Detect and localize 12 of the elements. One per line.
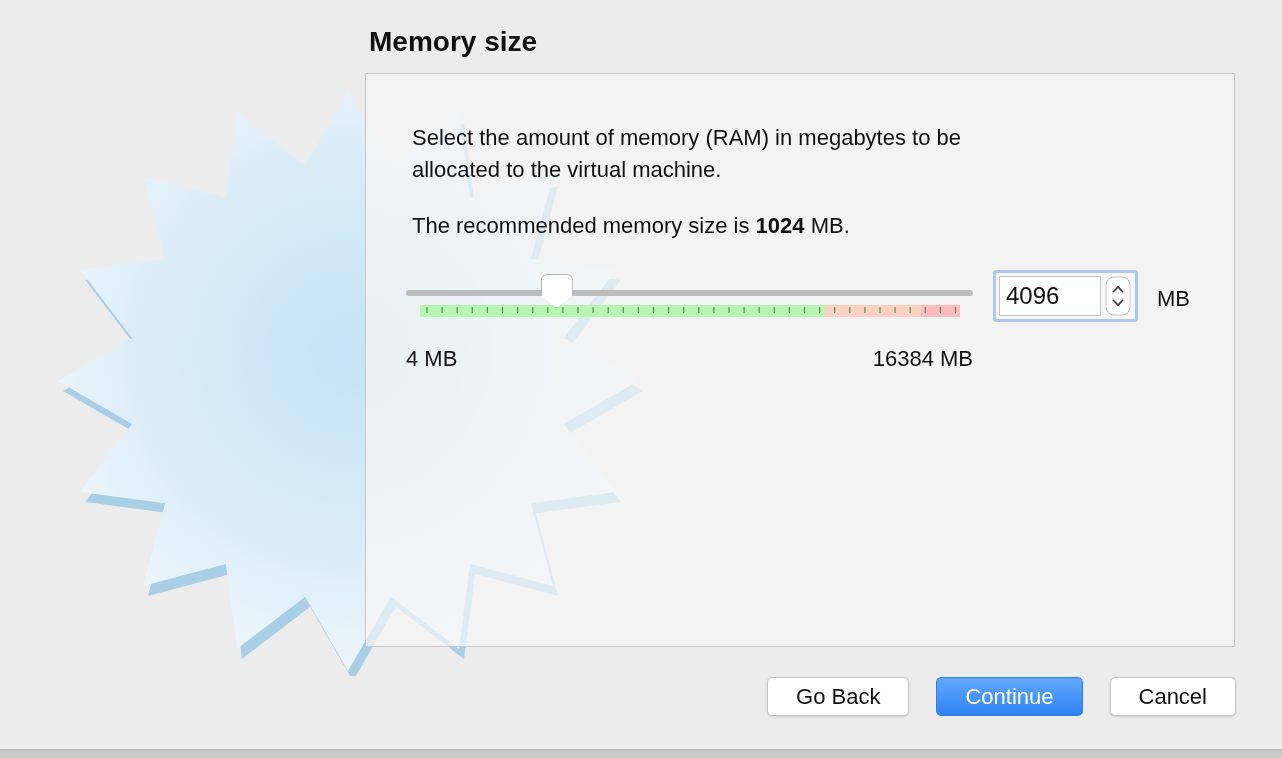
recommendation-text: The recommended memory size is 1024 MB. [412, 212, 851, 240]
page-title: Memory size [369, 25, 539, 59]
unit-label: MB [1157, 285, 1190, 313]
dialog-button[interactable]: Cancel [1109, 677, 1236, 716]
description-text: Select the amount of memory (RAM) in megabytes to be allocated to the virtual machine. [412, 124, 962, 184]
memory-input[interactable]: 4096 [999, 276, 1101, 316]
max-label: 16384 MB [872, 345, 973, 373]
dialog-button[interactable]: Go Back [767, 677, 910, 716]
stepper-icon[interactable] [1105, 276, 1131, 316]
slider-thumb[interactable] [540, 274, 573, 308]
memory-spinbox[interactable]: 4096 [993, 270, 1138, 322]
min-label: 4 MB [406, 345, 458, 373]
